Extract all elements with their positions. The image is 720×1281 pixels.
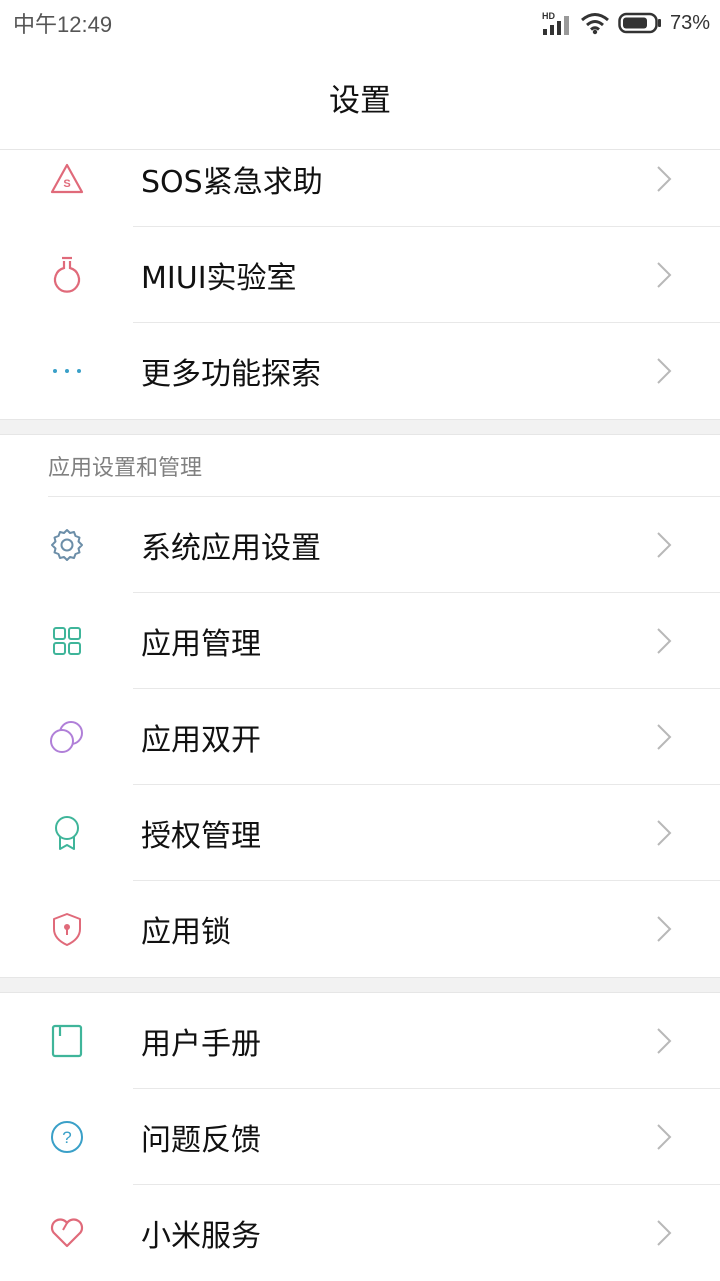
chevron-right-icon: [657, 1220, 672, 1246]
app-lock-label: 应用锁: [141, 915, 231, 950]
chevron-right-icon: [657, 532, 672, 558]
sos-label: SOS紧急求助: [141, 165, 323, 200]
heart-icon: [45, 1211, 89, 1255]
more-features-label: 更多功能探索: [141, 357, 321, 392]
svg-text:?: ?: [62, 1128, 71, 1147]
chevron-right-icon: [657, 916, 672, 942]
chevron-right-icon: [657, 358, 672, 384]
list-item-app-management[interactable]: 应用管理: [0, 593, 720, 689]
user-manual-label: 用户手册: [141, 1027, 261, 1062]
gear-icon: [45, 523, 89, 567]
chevron-right-icon: [657, 166, 672, 192]
signal-label: HD: [542, 11, 555, 21]
signal-icon: HD: [542, 11, 569, 35]
status-icons: HD 73%: [542, 10, 710, 36]
wifi-icon: [581, 13, 609, 35]
section-header: 应用设置和管理: [0, 435, 720, 497]
app-management-label: 应用管理: [141, 627, 261, 662]
permissions-label: 授权管理: [141, 819, 261, 854]
list-item-miui-lab[interactable]: MIUI实验室: [0, 227, 720, 323]
badge-icon: [45, 811, 89, 855]
svg-text:S: S: [63, 178, 70, 190]
chevron-right-icon: [657, 262, 672, 288]
list-item-sos[interactable]: S SOS紧急求助: [0, 131, 720, 227]
dual-apps-label: 应用双开: [141, 723, 261, 758]
page-title: 设置: [329, 83, 391, 119]
feedback-label: 问题反馈: [141, 1123, 261, 1158]
chevron-right-icon: [657, 628, 672, 654]
manual-icon: [45, 1019, 89, 1063]
xiaomi-service-label: 小米服务: [141, 1219, 261, 1254]
list-item-app-lock[interactable]: 应用锁: [0, 881, 720, 977]
chevron-right-icon: [657, 724, 672, 750]
sos-icon: S: [45, 157, 89, 201]
list-item-xiaomi-service[interactable]: 小米服务: [0, 1185, 720, 1281]
list-item-feedback[interactable]: ? 问题反馈: [0, 1089, 720, 1185]
chevron-right-icon: [657, 820, 672, 846]
status-bar: 中午12:49 HD 73%: [0, 0, 720, 46]
help-icon: ?: [45, 1115, 89, 1159]
list-item-permissions[interactable]: 授权管理: [0, 785, 720, 881]
dual-app-icon: [45, 715, 89, 759]
section-divider: [0, 977, 720, 993]
battery-percent: 73%: [669, 11, 710, 34]
lock-shield-icon: [45, 907, 89, 951]
more-dots-icon: [45, 349, 89, 393]
section-divider: [0, 419, 720, 435]
list-item-more-features[interactable]: 更多功能探索: [0, 323, 720, 419]
list-item-user-manual[interactable]: 用户手册: [0, 993, 720, 1089]
chevron-right-icon: [657, 1028, 672, 1054]
miui-lab-label: MIUI实验室: [141, 261, 297, 296]
chevron-right-icon: [657, 1124, 672, 1150]
list-item-dual-apps[interactable]: 应用双开: [0, 689, 720, 785]
battery-icon: [618, 12, 661, 34]
system-app-settings-label: 系统应用设置: [141, 531, 321, 566]
app-grid-icon: [45, 619, 89, 663]
flask-icon: [45, 253, 89, 297]
status-time: 中午12:49: [13, 12, 113, 37]
section-header-label: 应用设置和管理: [48, 456, 203, 481]
list-item-system-app-settings[interactable]: 系统应用设置: [0, 497, 720, 593]
